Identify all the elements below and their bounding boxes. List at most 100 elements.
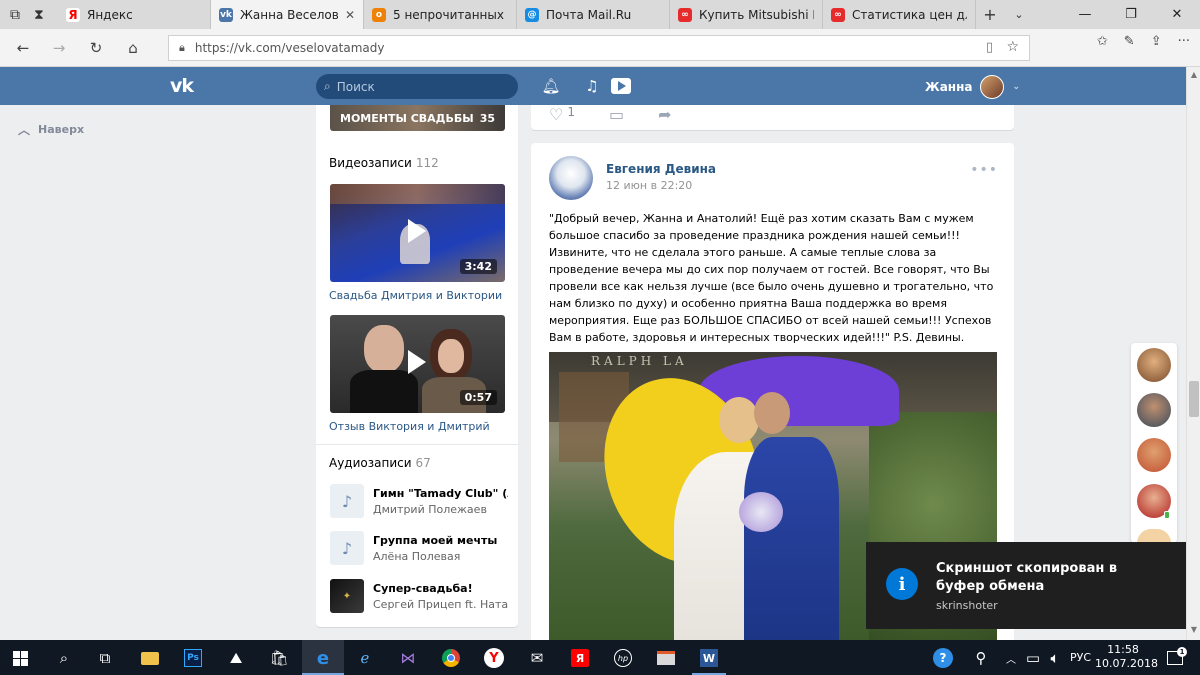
friend-avatar[interactable]	[1137, 393, 1171, 427]
share-arrow-icon[interactable]: ➦	[658, 105, 671, 124]
screenshot-toast[interactable]: i Скриншот скопирован в буфер обмена skr…	[866, 542, 1186, 629]
file-explorer-icon[interactable]	[137, 645, 163, 671]
favorites-hub-icon[interactable]: ✩	[1097, 34, 1108, 49]
audio-track-artist[interactable]: Дмитрий Полежаев	[373, 503, 508, 516]
more-menu-icon[interactable]: ···	[1178, 34, 1190, 49]
author-avatar[interactable]	[549, 156, 593, 200]
videos-count: 112	[415, 156, 439, 170]
audio-track-row[interactable]: ♪ Гимн "Tamady Club" (Ан… Дмитрий Полежа…	[330, 483, 510, 519]
tab-price-stats[interactable]: ∞ Статистика цен для Mi	[823, 0, 976, 29]
volume-icon[interactable]: 🔈︎	[1042, 645, 1068, 671]
tabs-aside-icon[interactable]: ⧉	[10, 7, 20, 23]
music-note-icon[interactable]: ♪	[330, 531, 364, 565]
album-cover-art[interactable]: ✦	[330, 579, 364, 613]
word-icon[interactable]: W	[696, 645, 722, 671]
search-input[interactable]	[336, 79, 497, 94]
tab-yandex[interactable]: Я Яндекс	[58, 0, 211, 29]
url-field[interactable]: 🔒︎ https://vk.com/veselovatamady ▯ ☆	[168, 35, 1030, 61]
mail-envelope-icon[interactable]: ✉	[524, 645, 550, 671]
like-count: 1	[567, 105, 575, 119]
audio-track-artist[interactable]: Сергей Прицеп ft. Натал…	[373, 598, 508, 611]
scroll-thumb[interactable]	[1189, 381, 1199, 417]
music-note-icon[interactable]: ♪	[330, 484, 364, 518]
home-icon[interactable]: ⌂	[124, 39, 142, 57]
friend-avatar[interactable]	[1137, 348, 1171, 382]
restore-icon[interactable]: ❐	[1108, 0, 1154, 29]
tab-ok-chats[interactable]: о 5 непрочитанных чатс	[364, 0, 517, 29]
reading-view-icon[interactable]: ▯	[986, 40, 993, 55]
tab-back-icon[interactable]: ⧗	[34, 7, 44, 23]
favorite-star-icon[interactable]: ☆	[1006, 39, 1019, 55]
post-date[interactable]: 12 июн в 22:20	[606, 179, 692, 192]
photos-app-icon[interactable]: ⛰	[223, 645, 249, 671]
task-view-icon[interactable]: ⧉	[92, 645, 118, 671]
audio-section-title[interactable]: Аудиозаписи 67	[329, 456, 431, 470]
video-caption-link[interactable]: Свадьба Дмитрия и Виктории	[329, 289, 502, 302]
store-bag-icon[interactable]: 🛍︎	[266, 645, 292, 671]
friend-avatar[interactable]	[1137, 529, 1171, 543]
close-window-icon[interactable]: ✕	[1154, 0, 1200, 29]
friend-avatar[interactable]	[1137, 438, 1171, 472]
music-note-icon[interactable]: ♫	[582, 76, 602, 96]
video-thumbnail[interactable]: 0:57	[330, 315, 505, 413]
back-arrow-icon[interactable]: ←	[14, 39, 32, 57]
tab-mailru[interactable]: @ Почта Mail.Ru	[517, 0, 670, 29]
notifications-bell-icon[interactable]: 🔔︎	[541, 76, 561, 96]
new-tab-plus-icon[interactable]: +	[976, 0, 1004, 29]
tab-vk-profile[interactable]: vk Жанна Веселова ✕	[211, 0, 364, 29]
audio-track-row[interactable]: ♪ Группа моей мечты Алёна Полевая	[330, 530, 510, 566]
browser-tab-strip: ⧉ ⧗ Я Яндекс vk Жанна Веселова ✕ о 5 неп…	[0, 0, 1200, 29]
visual-studio-icon[interactable]: ⋈	[395, 645, 421, 671]
back-to-top-link[interactable]: ︿ Наверх	[18, 121, 84, 138]
tab-list-chevron-icon[interactable]: ⌄	[1004, 0, 1034, 29]
tab-mitsubishi[interactable]: ∞ Купить Mitsubishi Pajer	[670, 0, 823, 29]
music-play-icon[interactable]	[611, 76, 631, 96]
tab-strip-lead: ⧉ ⧗	[0, 0, 58, 29]
videos-title: Видеозаписи	[329, 156, 412, 170]
back-to-top-label: Наверх	[38, 123, 85, 136]
windows-start-icon[interactable]	[7, 645, 33, 671]
people-icon[interactable]: ⚲	[968, 645, 994, 671]
audio-track-artist[interactable]: Алёна Полевая	[373, 550, 508, 563]
help-question-icon[interactable]: ?	[930, 645, 956, 671]
post-author-link[interactable]: Евгения Девина	[606, 162, 716, 176]
yandex-browser-icon[interactable]: Я	[567, 645, 593, 671]
profile-left-column: МОМЕНТЫ СВАДЬБЫ 35 Видеозаписи 112 3:42 С…	[316, 105, 518, 627]
vk-logo[interactable]: vk	[170, 75, 202, 97]
vk-search-box[interactable]: ⌕	[316, 74, 518, 99]
scroll-up-icon[interactable]: ▲	[1189, 70, 1199, 79]
ie-browser-icon[interactable]: ℯ	[352, 645, 378, 671]
comment-icon[interactable]: ▭	[609, 105, 624, 124]
minimize-icon[interactable]: —	[1062, 0, 1108, 29]
scroll-down-icon[interactable]: ▼	[1189, 625, 1199, 634]
tab-close-icon[interactable]: ✕	[345, 8, 355, 22]
post-more-icon[interactable]: •••	[970, 162, 998, 178]
yandex-y-icon[interactable]: Y	[481, 645, 507, 671]
toast-app-name: skrinshoter	[936, 599, 998, 612]
notes-pen-icon[interactable]: ✎	[1124, 34, 1135, 49]
video-caption-link[interactable]: Отзыв Виктория и Дмитрий	[329, 420, 490, 433]
page-scrollbar[interactable]: ▲ ▼	[1186, 67, 1200, 640]
video-thumbnail[interactable]: 3:42	[330, 184, 505, 282]
forward-arrow-icon[interactable]: →	[50, 39, 68, 57]
audio-track-title: Гимн "Tamady Club" (Ан…	[373, 486, 508, 500]
refresh-icon[interactable]: ↻	[87, 39, 105, 57]
hp-icon[interactable]: hp	[610, 645, 636, 671]
like-button[interactable]: ♡ 1	[549, 105, 575, 124]
edge-browser-icon[interactable]: e	[310, 645, 336, 671]
chrome-icon[interactable]	[438, 645, 464, 671]
user-menu[interactable]: Жанна ⌄	[925, 75, 1020, 99]
screenshot-tool-icon[interactable]	[653, 645, 679, 671]
action-center-icon[interactable]: 1	[1162, 645, 1188, 671]
video-duration: 0:57	[459, 390, 497, 405]
wedding-moments-album[interactable]: МОМЕНТЫ СВАДЬБЫ 35	[330, 105, 505, 131]
tab-title: Статистика цен для Mi	[852, 7, 967, 22]
search-icon[interactable]: ⌕	[51, 645, 77, 671]
videos-section-title[interactable]: Видеозаписи 112	[329, 156, 439, 170]
share-icon[interactable]: ⇪	[1151, 34, 1162, 49]
system-clock[interactable]: 11:58 10.07.2018	[1095, 643, 1158, 671]
language-indicator[interactable]: РУС	[1070, 640, 1091, 675]
tab-title: Купить Mitsubishi Pajer	[699, 7, 814, 22]
audio-track-row[interactable]: ✦ Супер-свадьба! Сергей Прицеп ft. Натал…	[330, 578, 510, 614]
photoshop-icon[interactable]: Ps	[180, 645, 206, 671]
